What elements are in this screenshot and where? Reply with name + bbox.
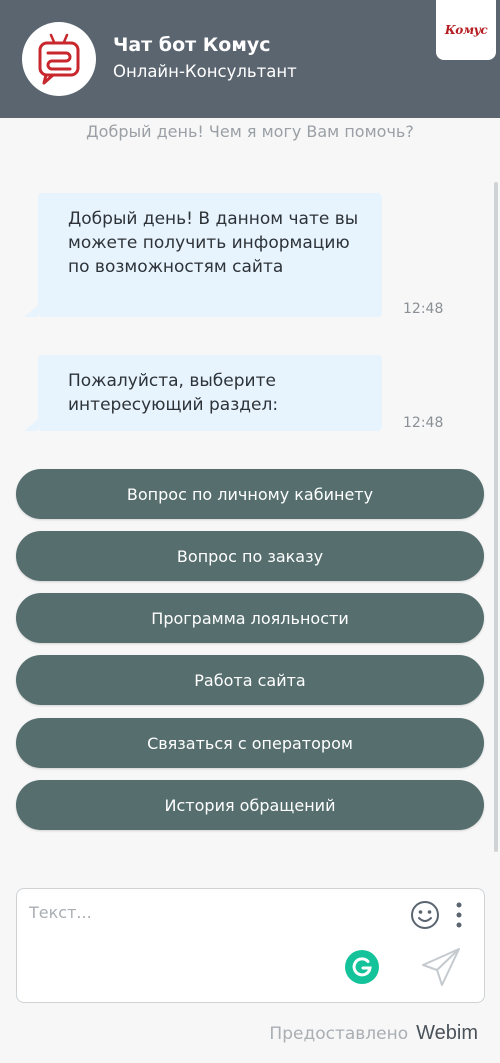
message-time: 12:48 xyxy=(403,415,444,431)
bubble-tail xyxy=(24,419,38,431)
message-composer xyxy=(16,888,485,1003)
bot-avatar xyxy=(22,22,96,96)
quick-reply-account[interactable]: Вопрос по личному кабинету xyxy=(16,469,484,519)
smile-icon xyxy=(411,901,439,929)
quick-reply-site[interactable]: Работа сайта xyxy=(16,655,484,705)
chat-header: Чат бот Комус Онлайн-Консультант Комус xyxy=(0,0,500,118)
bubble-tail xyxy=(24,305,38,317)
robot-chat-icon xyxy=(38,33,80,85)
scrollbar[interactable] xyxy=(494,182,498,852)
brand-logo[interactable]: Комус xyxy=(436,0,496,60)
bot-name: Чат бот Комус xyxy=(113,34,271,56)
message-time: 12:48 xyxy=(403,301,444,317)
webim-logo[interactable]: Webim xyxy=(416,1022,478,1045)
powered-by-text: Предоставлено xyxy=(269,1023,409,1044)
greeting-text: Добрый день! Чем я могу Вам помочь? xyxy=(86,122,414,141)
message-bubble: Добрый день! В данном чате вы можете пол… xyxy=(38,193,382,317)
grammarly-icon xyxy=(345,950,379,984)
send-button[interactable] xyxy=(419,945,463,989)
brand-logo-text: Комус xyxy=(444,23,488,37)
message-text: Добрый день! В данном чате вы можете пол… xyxy=(68,209,359,277)
more-options-button[interactable] xyxy=(451,899,467,931)
emoji-button[interactable] xyxy=(409,899,441,931)
bot-subtitle: Онлайн-Консультант xyxy=(113,62,297,81)
send-icon xyxy=(422,948,460,986)
quick-reply-history[interactable]: История обращений xyxy=(16,780,484,830)
quick-reply-order[interactable]: Вопрос по заказу xyxy=(16,531,484,581)
more-vertical-icon xyxy=(456,902,462,928)
powered-by: Предоставлено Webim xyxy=(0,1022,500,1045)
message-bubble: Пожалуйста, выберите интересующий раздел… xyxy=(38,355,382,431)
quick-reply-loyalty[interactable]: Программа лояльности xyxy=(16,593,484,643)
quick-reply-operator[interactable]: Связаться с оператором xyxy=(16,718,484,768)
message-text: Пожалуйста, выберите интересующий раздел… xyxy=(68,371,279,415)
grammarly-button[interactable] xyxy=(344,949,380,985)
